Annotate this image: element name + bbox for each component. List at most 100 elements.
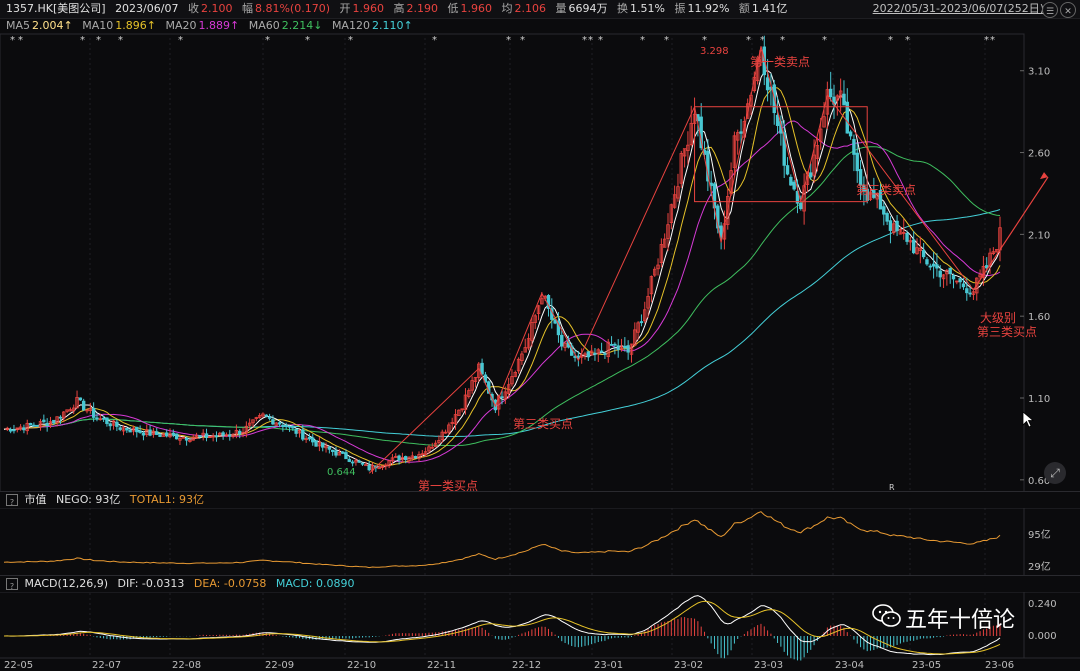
candle-body [108,423,112,427]
macd-value: MACD: 0.0890 [275,577,355,590]
y-tick-label: 3.10 [1028,67,1050,78]
candle-body [935,264,939,269]
candle-body [281,425,285,428]
candle-body [603,353,607,355]
star-marker: * [178,35,183,46]
y-tick-label: 1.10 [1028,394,1050,405]
candle-body [45,422,49,427]
star-marker: * [598,35,603,46]
nego-panel: 95亿 29亿 [3,511,1051,573]
annotation-label: 3.298 [700,46,729,57]
candle-body [81,400,86,411]
x-axis: 22-05 22-07 22-08 22-09 22-10 22-11 22-12 23-01… [4,660,1014,671]
nego-header: ? 市值 NEGO: 93亿 TOTAL1: 93亿 [0,491,1080,508]
candle-body [287,425,292,428]
macd-tick: 0.000 [1028,631,1057,642]
star-marker: * [80,35,85,46]
candle-body [911,239,916,254]
nego-value: NEGO: 93亿 [56,493,121,506]
y-tick-label: 1.60 [1028,312,1050,323]
candle-body [158,434,162,437]
candle-body [765,77,770,91]
candle-body [397,455,401,461]
star-marker: * [348,35,353,46]
help-icon[interactable]: ? [6,578,18,591]
star-marker: * [10,35,15,46]
candle-body [307,437,312,440]
candle-body [882,206,886,215]
candle-body [347,458,351,462]
star-marker: * [96,35,101,46]
chart-grid [0,33,1080,659]
candle-body [125,427,129,431]
candle-body [828,88,833,98]
nego-tick: 29亿 [1028,560,1051,573]
candle-body [609,344,614,346]
candle-body [101,417,106,420]
candle-body [141,432,146,436]
help-icon[interactable]: ? [6,494,18,507]
candle-body [58,416,63,419]
candle-body [301,429,305,440]
annotation-label: 第一类卖点 [750,55,810,69]
candle-body [340,451,345,454]
candle-body [91,407,96,418]
x-tick-label: 23-05 [912,660,941,671]
total-value: TOTAL1: 93亿 [129,493,204,506]
annotation-label: 0.644 [327,467,356,478]
candle-body [928,265,932,268]
candle-body [888,220,893,231]
candle-body [413,455,418,459]
candle-body [334,450,338,456]
candle-body [277,422,282,425]
candle-body [314,440,318,447]
candle-body [905,232,909,242]
candle-body [799,202,803,210]
star-marker: * [822,35,827,46]
dea-value: DEA: -0.0758 [193,577,267,590]
candle-body [174,433,179,440]
candle-body [291,425,295,429]
trend-zigzag [368,46,974,474]
candle-body [951,275,956,280]
candle-body [792,181,796,190]
candle-body [599,350,604,353]
candle-body [364,464,368,467]
candle-body [52,419,56,424]
candle-body [958,278,962,283]
candle-body [848,131,853,137]
x-tick-label: 23-06 [985,660,1014,671]
kline-chart[interactable]: * * * * * * * * * * * * * * * * * * * * * * * * * * 第一类买点第三类买点第一类… [0,0,1080,671]
candle-body [357,460,361,463]
annotation-label: 第三类买点 [977,325,1037,339]
x-tick-label: 23-02 [674,660,703,671]
candle-body [855,152,859,172]
candle-body [367,464,371,471]
annotation-label: 大级别 [980,311,1016,325]
candle-body [404,456,408,461]
candle-body [171,432,176,436]
candle-body [22,427,26,431]
candle-body [852,138,856,155]
candle-body [885,213,889,222]
x-tick-label: 22-07 [92,660,121,671]
candle-body [350,461,355,464]
candle-body [12,429,16,432]
candle-body [739,131,743,134]
star-marker: * [746,35,751,46]
candle-body [500,396,504,399]
candle-body [135,426,139,433]
candle-body [968,292,972,295]
star-marker: * [780,35,785,46]
zoom-icon[interactable]: ⤢ [1044,462,1066,484]
macd-tick: 0.240 [1028,599,1057,610]
ma20-line [3,120,1001,463]
candle-body [42,419,46,423]
watermark-text: 五年十倍论 [905,608,1016,633]
x-tick-label: 22-12 [512,660,541,671]
candle-body [184,437,189,441]
nego-line [3,511,1001,569]
ma20-path [3,120,1001,463]
star-marker: * [888,35,893,46]
candle-body [267,416,272,419]
